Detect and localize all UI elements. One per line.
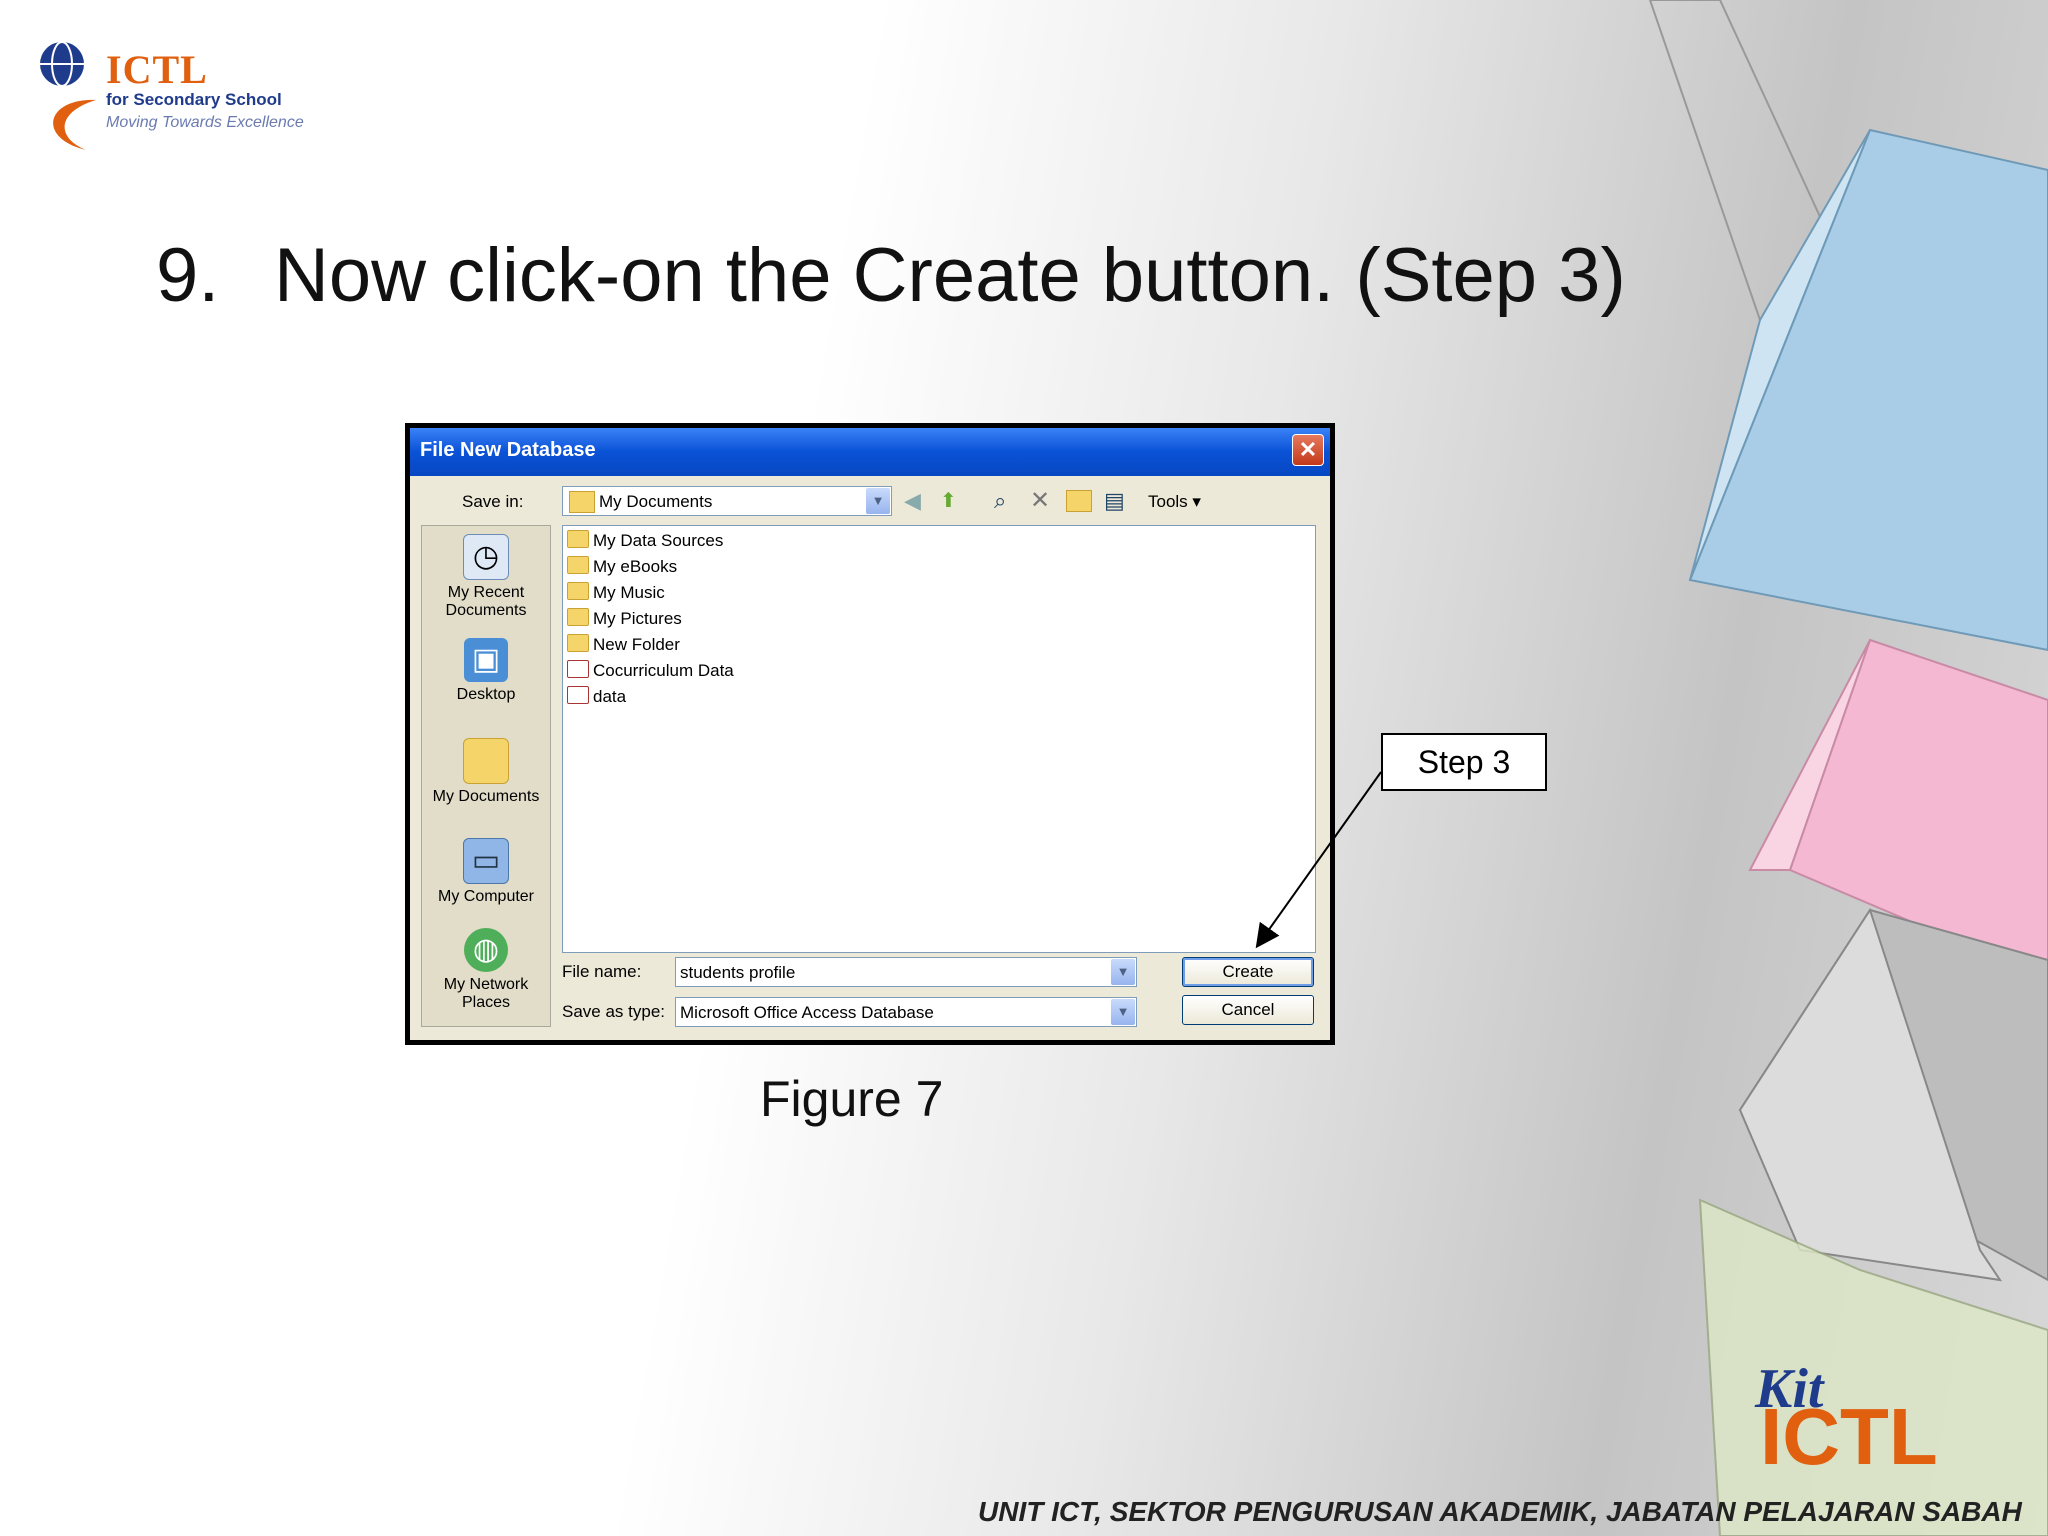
kit-ictl-logo: Kit ICTL <box>1754 1358 1938 1472</box>
svg-text:ICTL: ICTL <box>1760 1392 1938 1472</box>
footer-text: UNIT ICT, SEKTOR PENGURUSAN AKADEMIK, JA… <box>978 1496 2022 1527</box>
figure-caption: Figure 7 <box>760 1071 944 1127</box>
step-arrow <box>1255 771 1382 949</box>
step-3-callout: Step 3 <box>1381 733 1547 791</box>
